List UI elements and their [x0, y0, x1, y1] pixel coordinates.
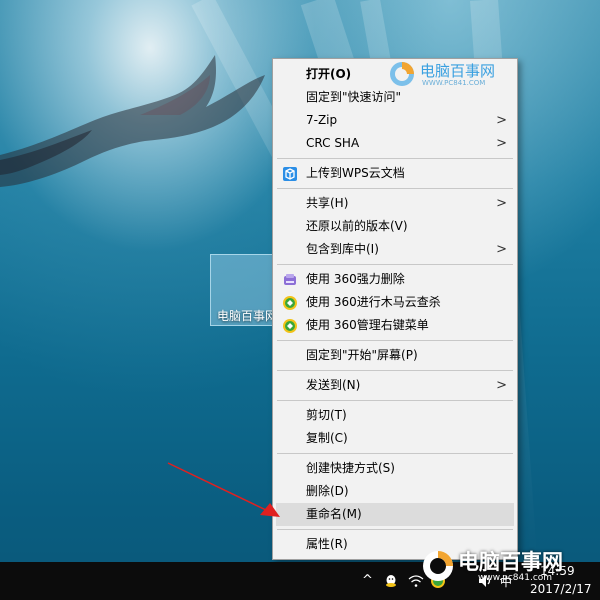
watermark-bottom-name: 电脑百事网: [458, 550, 563, 574]
menu-separator: [277, 529, 513, 530]
watermark-top-name: 电脑百事网: [420, 62, 496, 80]
chevron-right-icon: >: [496, 378, 507, 393]
menu-item-label: 打开(O): [306, 67, 352, 81]
menu-item-label: 共享(H): [306, 196, 349, 210]
360-shred-icon: [284, 274, 296, 285]
chevron-right-icon: >: [496, 113, 507, 128]
menu-item-cut[interactable]: 剪切(T): [273, 404, 517, 427]
menu-item-label: 重命名(M): [306, 507, 362, 521]
menu-item-label: 删除(D): [306, 484, 349, 498]
menu-item-delete[interactable]: 删除(D): [273, 480, 517, 503]
watermark-top: 电脑百事网 WWW.PC841.COM: [388, 60, 528, 90]
menu-item-label: 复制(C): [306, 431, 348, 445]
menu-separator: [277, 264, 513, 265]
menu-item-360-scan[interactable]: 使用 360进行木马云查杀: [273, 291, 517, 314]
menu-item-label: 使用 360进行木马云查杀: [306, 295, 441, 309]
menu-item-label: 7-Zip: [306, 113, 338, 127]
pc841-logo-icon: [423, 551, 453, 581]
menu-item-label: CRC SHA: [306, 136, 360, 150]
pc841-logo-icon: [390, 62, 414, 86]
menu-item-send-to[interactable]: 发送到(N) >: [273, 374, 517, 397]
menu-item-copy[interactable]: 复制(C): [273, 427, 517, 450]
menu-item-restore-versions[interactable]: 还原以前的版本(V): [273, 215, 517, 238]
wps-cloud-icon: [283, 167, 297, 181]
menu-item-label: 固定到"开始"屏幕(P): [306, 348, 418, 362]
menu-item-360-manage[interactable]: 使用 360管理右键菜单: [273, 314, 517, 337]
red-arrow-annotation: [167, 462, 280, 517]
chevron-right-icon: >: [496, 196, 507, 211]
menu-item-label: 创建快捷方式(S): [306, 461, 395, 475]
menu-item-include-library[interactable]: 包含到库中(I) >: [273, 238, 517, 261]
menu-item-label: 使用 360强力删除: [306, 272, 405, 286]
menu-item-label: 发送到(N): [306, 378, 361, 392]
menu-item-label: 剪切(T): [306, 408, 347, 422]
chevron-right-icon: >: [496, 242, 507, 257]
chevron-right-icon: >: [496, 136, 507, 151]
watermark-top-url: WWW.PC841.COM: [422, 79, 486, 87]
menu-separator: [277, 340, 513, 341]
menu-item-label: 固定到"快速访问": [306, 90, 402, 104]
menu-item-rename[interactable]: 重命名(M): [276, 503, 514, 526]
menu-item-label: 还原以前的版本(V): [306, 219, 408, 233]
menu-separator: [277, 188, 513, 189]
watermark-bottom-url: www.pc841.com: [478, 573, 553, 583]
watermark-bottom: 电脑百事网 www.pc841.com: [418, 546, 600, 596]
menu-item-upload-wps[interactable]: 上传到WPS云文档: [273, 162, 517, 185]
qq-icon[interactable]: [384, 574, 398, 588]
menu-item-label: 使用 360管理右键菜单: [306, 318, 429, 332]
menu-item-label: 上传到WPS云文档: [306, 166, 405, 180]
menu-separator: [277, 370, 513, 371]
menu-item-pin-start[interactable]: 固定到"开始"屏幕(P): [273, 344, 517, 367]
menu-item-label: 包含到库中(I): [306, 242, 379, 256]
swimmer-silhouette: [0, 55, 265, 187]
menu-separator: [277, 158, 513, 159]
menu-item-share[interactable]: 共享(H) >: [273, 192, 517, 215]
menu-separator: [277, 400, 513, 401]
tray-chevron-icon[interactable]: ^: [362, 573, 373, 588]
360-manage-icon: [283, 319, 297, 333]
menu-item-crc-sha[interactable]: CRC SHA >: [273, 132, 517, 155]
menu-item-create-shortcut[interactable]: 创建快捷方式(S): [273, 457, 517, 480]
menu-item-7zip[interactable]: 7-Zip >: [273, 109, 517, 132]
menu-item-360-shred[interactable]: 使用 360强力删除: [273, 268, 517, 291]
menu-item-label: 属性(R): [306, 537, 348, 551]
desktop-icon-selected[interactable]: 电脑百事网: [210, 254, 274, 326]
360-scan-icon: [283, 296, 297, 310]
desktop-icon-label: 电脑百事网: [217, 309, 274, 323]
menu-separator: [277, 453, 513, 454]
context-menu: 打开(O) 固定到"快速访问" 7-Zip > CRC SHA > 上传到WPS…: [272, 58, 518, 560]
